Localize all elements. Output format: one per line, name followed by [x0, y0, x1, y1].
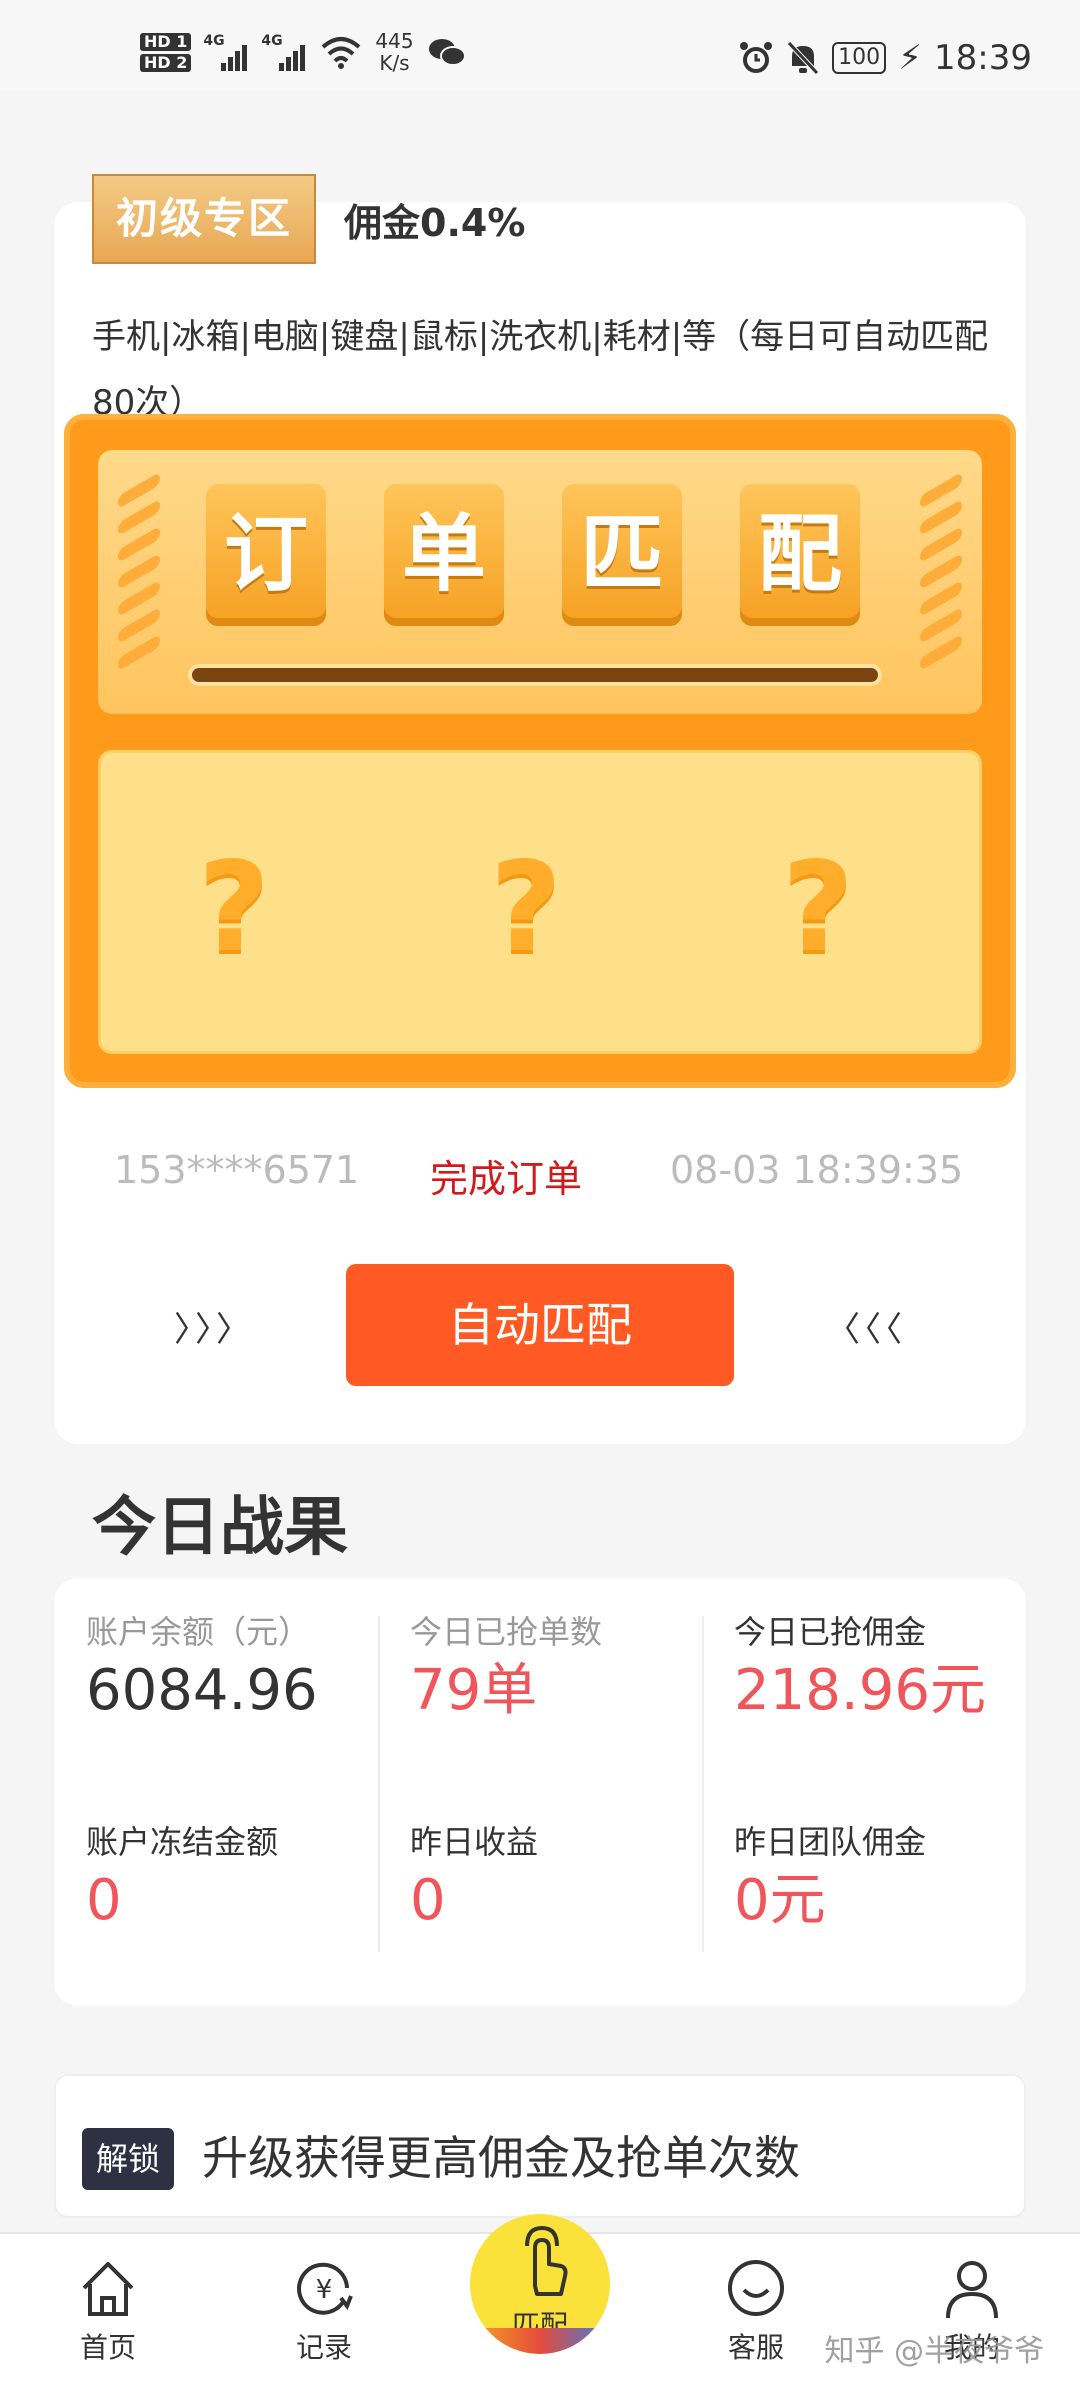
divider: [702, 1616, 704, 1952]
stat-label: 昨日收益: [410, 1823, 539, 1861]
machine-slot: [188, 664, 882, 686]
arrows-right: 〈〈〈: [826, 1310, 906, 1350]
stat-label: 账户冻结金额: [86, 1823, 279, 1861]
title-tile: 单: [384, 484, 504, 626]
ticker-time: 08-03 18:39:35: [670, 1148, 964, 1192]
machine-display: 订 单 匹 配: [98, 450, 982, 714]
stat-value: 0: [410, 1868, 446, 1933]
stat-label: 今日已抢佣金: [734, 1613, 927, 1651]
watermark: 知乎 @半夜爷爷: [824, 2334, 1044, 2369]
mute-icon: [787, 41, 819, 75]
sim2-badge: HD 2: [140, 53, 192, 72]
tab-label: 客服: [727, 2331, 784, 2364]
results-title: 今日战果: [92, 1491, 348, 1565]
ticker-phone: 153****6571: [114, 1148, 360, 1192]
stats-card: 账户余额（元） 6084.96 今日已抢单数 79单 今日已抢佣金 218.96…: [54, 1578, 1026, 2006]
title-tile: 订: [206, 484, 326, 626]
decorative-stripes-left: [118, 471, 160, 672]
service-icon: [728, 2260, 784, 2316]
title-tile: 配: [740, 484, 860, 626]
tab-match[interactable]: 匹配: [470, 2214, 610, 2354]
tab-home[interactable]: 首页: [38, 2258, 178, 2366]
status-bar: HD 1 HD 2 4G 4G 445 K/s 100 ⚡ 18:39: [0, 0, 1080, 90]
stat-yesterday-earnings: 昨日收益 0: [410, 1822, 538, 1936]
svg-text:¥: ¥: [316, 2275, 333, 2305]
arrows-left: 〉〉〉: [174, 1310, 254, 1350]
stat-value: 218.96元: [734, 1658, 986, 1723]
sim1-badge: HD 1: [140, 32, 192, 51]
sim-indicators: HD 1 HD 2: [140, 32, 192, 72]
records-icon: ¥: [297, 2262, 353, 2315]
unlock-badge: 解锁: [82, 2128, 174, 2190]
question-mark-icon: ?: [490, 836, 562, 980]
status-right: 100 ⚡ 18:39: [738, 38, 1032, 78]
signal-icon-2: 4G: [261, 33, 307, 71]
battery-indicator: 100: [832, 42, 887, 74]
divider: [378, 1616, 380, 1952]
matching-machine: 订 单 匹 配 ? ? ?: [64, 414, 1016, 1088]
status-left: HD 1 HD 2 4G 4G 445 K/s: [140, 30, 466, 74]
stat-commission-today: 今日已抢佣金 218.96元: [734, 1612, 986, 1726]
stat-balance: 账户余额（元） 6084.96: [86, 1612, 318, 1726]
wechat-icon: [428, 39, 466, 66]
stat-orders-today: 今日已抢单数 79单: [410, 1612, 602, 1726]
stat-value: 0: [86, 1868, 122, 1933]
tab-ribbon: [470, 2328, 610, 2354]
title-tiles: 订 单 匹 配: [206, 484, 860, 626]
commission-rate: 佣金0.4%: [344, 201, 526, 245]
tab-label: 记录: [295, 2331, 352, 2364]
title-tile: 匹: [562, 484, 682, 626]
ticker-status: 完成订单: [430, 1157, 583, 1201]
stat-value: 79单: [410, 1658, 538, 1723]
clock: 18:39: [934, 38, 1032, 78]
wifi-icon: [322, 37, 361, 69]
home-icon: [82, 2262, 134, 2316]
auto-match-button[interactable]: 自动匹配: [346, 1264, 734, 1386]
stat-frozen: 账户冻结金额 0: [86, 1822, 278, 1936]
charging-icon: ⚡: [898, 38, 923, 78]
stat-label: 昨日团队佣金: [734, 1823, 927, 1861]
tab-service[interactable]: 客服: [686, 2258, 826, 2366]
signal-icon: 4G: [203, 33, 249, 71]
bottom-tab-bar: 首页 ¥ 记录 匹配 客服 我的: [0, 2214, 1080, 2400]
tab-label: 首页: [79, 2331, 136, 2364]
profile-icon: [946, 2261, 998, 2319]
tab-records[interactable]: ¥ 记录: [254, 2258, 394, 2366]
decorative-stripes-right: [920, 471, 962, 672]
question-mark-icon: ?: [198, 836, 270, 980]
upgrade-text: 升级获得更高佣金及抢单次数: [202, 2131, 800, 2185]
zone-badge: 初级专区: [92, 174, 316, 264]
network-speed: 445 K/s: [375, 29, 414, 75]
tap-hand-icon: [525, 2225, 568, 2296]
stat-value: 6084.96: [86, 1658, 318, 1723]
result-panel: ? ? ?: [98, 750, 982, 1054]
order-ticker: 153****6571 完成订单 08-03 18:39:35: [54, 1142, 1026, 1202]
stat-label: 账户余额（元）: [86, 1613, 311, 1651]
upgrade-banner[interactable]: 解锁 升级获得更高佣金及抢单次数: [54, 2074, 1026, 2218]
alarm-icon: [740, 42, 773, 73]
stat-label: 今日已抢单数: [410, 1613, 603, 1651]
stat-team-commission: 昨日团队佣金 0元: [734, 1822, 926, 1936]
question-mark-icon: ?: [782, 836, 854, 980]
stat-value: 0元: [734, 1868, 826, 1933]
